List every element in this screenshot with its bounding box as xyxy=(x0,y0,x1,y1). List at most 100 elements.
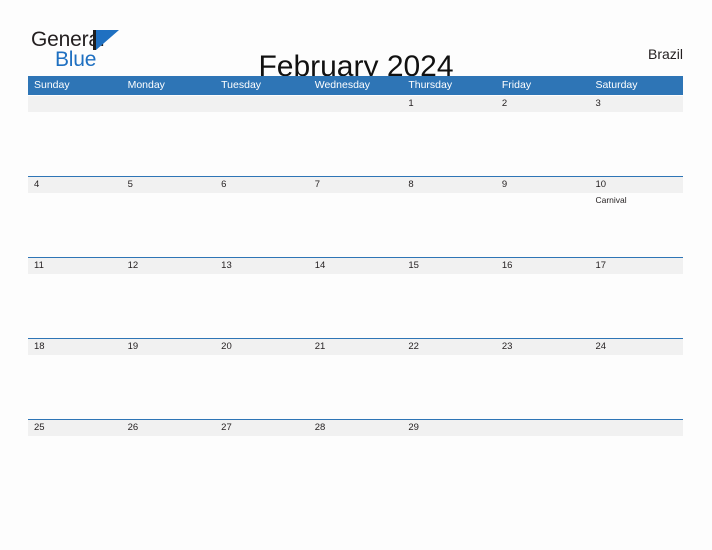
calendar-day-cell-empty xyxy=(309,96,403,176)
day-number: 2 xyxy=(501,98,508,109)
week-day-cells: 4 5 6 7 8 9 10 Carnival xyxy=(28,177,683,257)
calendar-day-cell[interactable]: 6 xyxy=(215,177,309,257)
weekday-wednesday: Wednesday xyxy=(314,79,370,91)
calendar-day-cell[interactable]: 15 xyxy=(402,258,496,338)
day-number: 19 xyxy=(127,341,139,352)
calendar-grid: Sunday Monday Tuesday Wednesday Thursday… xyxy=(28,76,683,500)
day-events xyxy=(34,355,122,357)
calendar-day-cell-empty xyxy=(122,96,216,176)
day-events xyxy=(315,355,403,357)
day-events xyxy=(34,112,122,114)
week-day-cells: 25 26 27 28 29 xyxy=(28,420,683,500)
calendar-day-cell[interactable]: 14 xyxy=(309,258,403,338)
day-number: 14 xyxy=(314,260,326,271)
day-number xyxy=(315,96,403,112)
calendar-day-cell[interactable]: 22 xyxy=(402,339,496,419)
day-events xyxy=(128,112,216,114)
calendar-day-cell[interactable]: 4 xyxy=(28,177,122,257)
day-number xyxy=(128,96,216,112)
day-events xyxy=(34,436,122,438)
calendar-day-cell[interactable]: 9 xyxy=(496,177,590,257)
day-events xyxy=(34,274,122,276)
day-events xyxy=(408,436,496,438)
day-events xyxy=(315,274,403,276)
calendar-day-cell[interactable]: 10 Carnival xyxy=(589,177,683,257)
day-number: 6 xyxy=(221,179,227,190)
page-header: General Blue February 2024 Brazil xyxy=(0,0,712,83)
day-number: 12 xyxy=(127,260,139,271)
day-events xyxy=(408,112,496,114)
calendar-day-cell[interactable]: 29 xyxy=(402,420,496,500)
calendar-week-row: 1 2 3 xyxy=(28,95,683,176)
calendar-day-cell[interactable]: 8 xyxy=(402,177,496,257)
country-label: Brazil xyxy=(647,46,683,62)
day-number: 26 xyxy=(127,422,139,433)
day-events xyxy=(128,355,216,357)
day-events xyxy=(221,193,309,195)
calendar-day-cell[interactable]: 2 xyxy=(496,96,590,176)
calendar-day-cell-empty xyxy=(28,96,122,176)
day-number: 4 xyxy=(34,179,40,190)
calendar-day-cell[interactable]: 27 xyxy=(215,420,309,500)
calendar-day-cell-empty xyxy=(215,96,309,176)
calendar-day-cell[interactable]: 3 xyxy=(589,96,683,176)
day-events xyxy=(315,436,403,438)
calendar-day-cell[interactable]: 11 xyxy=(28,258,122,338)
calendar-day-cell[interactable]: 1 xyxy=(402,96,496,176)
day-events xyxy=(128,274,216,276)
day-events xyxy=(502,193,590,195)
day-events xyxy=(595,436,683,438)
logo-triangle-shape xyxy=(96,30,119,50)
day-number: 8 xyxy=(408,179,414,190)
calendar-day-cell[interactable]: 16 xyxy=(496,258,590,338)
weekday-monday: Monday xyxy=(127,79,165,91)
calendar-day-cell[interactable]: 26 xyxy=(122,420,216,500)
calendar-day-cell[interactable]: 17 xyxy=(589,258,683,338)
day-events xyxy=(502,112,590,114)
day-events xyxy=(502,436,590,438)
weekday-friday: Friday xyxy=(501,79,532,91)
day-number: 7 xyxy=(314,179,321,190)
day-events xyxy=(128,436,216,438)
calendar-week-row: 25 26 27 28 29 xyxy=(28,419,683,500)
calendar-week-row: 11 12 13 14 15 16 17 xyxy=(28,257,683,338)
calendar-day-cell[interactable]: 24 xyxy=(589,339,683,419)
week-day-cells: 11 12 13 14 15 16 17 xyxy=(28,258,683,338)
calendar-day-cell[interactable]: 19 xyxy=(122,339,216,419)
calendar-day-cell[interactable]: 25 xyxy=(28,420,122,500)
day-events xyxy=(408,355,496,357)
calendar-week-row: 18 19 20 21 22 23 24 xyxy=(28,338,683,419)
day-number: 25 xyxy=(34,422,45,433)
calendar-week-row: 4 5 6 7 8 9 10 Carnival xyxy=(28,176,683,257)
calendar-weeks: 1 2 3 4 5 6 7 8 9 10 Carnival 11 12 13 14 15 16 17 18 19 20 2… xyxy=(28,95,683,500)
day-number: 15 xyxy=(408,260,419,271)
day-events xyxy=(595,112,683,114)
calendar-day-cell[interactable]: 12 xyxy=(122,258,216,338)
day-events xyxy=(502,274,590,276)
day-number: 17 xyxy=(595,260,607,271)
day-number: 22 xyxy=(408,341,419,352)
calendar-day-cell[interactable]: 21 xyxy=(309,339,403,419)
day-number: 27 xyxy=(221,422,232,433)
weekday-tuesday: Tuesday xyxy=(221,79,262,91)
day-number: 13 xyxy=(221,260,232,271)
calendar-day-cell[interactable]: 20 xyxy=(215,339,309,419)
calendar-day-cell[interactable]: 23 xyxy=(496,339,590,419)
day-events xyxy=(221,436,309,438)
day-number: 10 xyxy=(595,179,607,190)
weekday-sunday: Sunday xyxy=(34,79,70,91)
calendar-day-cell[interactable]: 13 xyxy=(215,258,309,338)
day-event-label: Carnival xyxy=(595,195,627,205)
calendar-day-cell[interactable]: 7 xyxy=(309,177,403,257)
day-events xyxy=(128,193,216,195)
day-events: Carnival xyxy=(595,193,683,206)
logo-triangle-icon xyxy=(93,30,119,50)
week-day-cells: 18 19 20 21 22 23 24 xyxy=(28,339,683,419)
calendar-day-cell[interactable]: 5 xyxy=(122,177,216,257)
calendar-day-cell[interactable]: 18 xyxy=(28,339,122,419)
day-number: 21 xyxy=(314,341,326,352)
calendar-day-cell[interactable]: 28 xyxy=(309,420,403,500)
weekday-saturday: Saturday xyxy=(595,79,638,91)
day-number xyxy=(502,420,590,436)
day-number xyxy=(221,96,309,112)
